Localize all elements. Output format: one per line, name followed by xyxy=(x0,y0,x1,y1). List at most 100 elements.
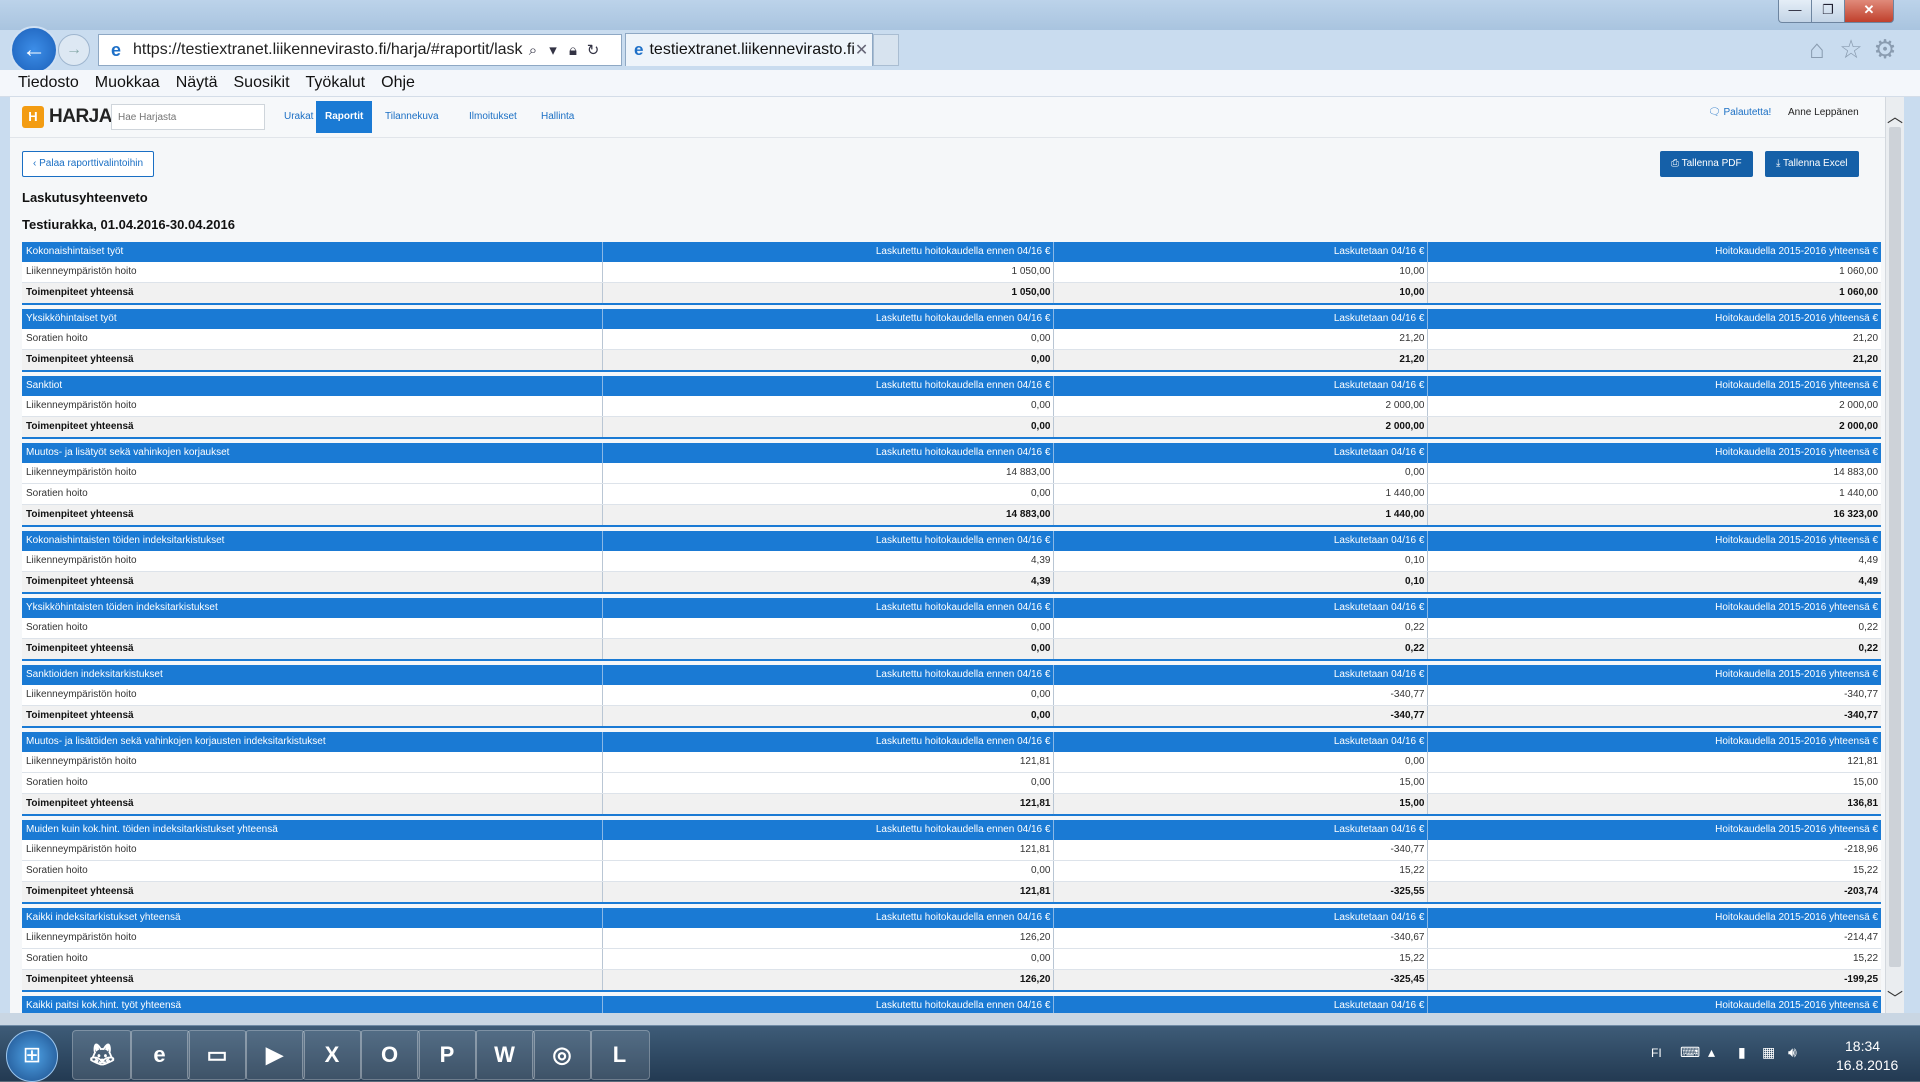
menu-edit[interactable]: Muokkaa xyxy=(95,74,160,92)
tab-title: testiextranet.liikennevirasto.fi xyxy=(649,41,855,58)
harja-logo-icon: H xyxy=(22,106,44,128)
row-value: 0,00 xyxy=(603,484,1055,504)
vertical-scrollbar[interactable]: ︿ ﹀ xyxy=(1885,97,1904,1013)
total-value: 2 000,00 xyxy=(1054,417,1429,437)
row-value: 0,00 xyxy=(1054,752,1429,772)
total-value: 15,00 xyxy=(1054,794,1429,814)
url-text[interactable]: https://testiextranet.liikennevirasto.fi… xyxy=(133,41,523,59)
forward-button[interactable]: → xyxy=(58,34,90,66)
search-icon[interactable]: ⌕ xyxy=(523,42,543,59)
nav-hallinta[interactable]: Hallinta xyxy=(532,101,583,133)
table-row: Soratien hoito 0,00 1 440,00 1 440,00 xyxy=(22,484,1881,505)
row-value: 10,00 xyxy=(1054,262,1429,282)
ie-icon[interactable]: e xyxy=(129,1030,190,1080)
row-value: 0,00 xyxy=(1054,463,1429,483)
column-header-billed-before: Laskutettu hoitokaudella ennen 04/16 € xyxy=(603,309,1055,329)
gear-icon[interactable]: ⚙ xyxy=(1870,34,1900,64)
browser-tab[interactable]: e testiextranet.liikennevirasto.fi ✕ xyxy=(625,33,873,66)
keyboard-icon[interactable]: ⌨ xyxy=(1680,1044,1700,1061)
column-header-billed-now: Laskutetaan 04/16 € xyxy=(1054,598,1429,618)
menu-tools[interactable]: Työkalut xyxy=(306,74,366,92)
lock-icon[interactable]: 🔒︎ xyxy=(563,42,583,59)
menu-file[interactable]: Tiedosto xyxy=(18,74,79,92)
column-header-billed-now: Laskutetaan 04/16 € xyxy=(1054,531,1429,551)
back-label: Palaa raporttivalintoihin xyxy=(39,158,144,169)
column-header-billed-before: Laskutettu hoitokaudella ennen 04/16 € xyxy=(603,443,1055,463)
total-value: 4,49 xyxy=(1858,576,1879,587)
show-hidden-icons-icon[interactable]: ▴ xyxy=(1708,1044,1715,1061)
row-label: Liikenneympäristön hoito xyxy=(22,396,603,416)
clock-time[interactable]: 18:34 xyxy=(1845,1038,1880,1054)
menu-view[interactable]: Näytä xyxy=(176,74,218,92)
network-icon[interactable]: ▦ xyxy=(1762,1044,1775,1061)
section-header-row: Kaikki indeksitarkistukset yhteensä Lasku… xyxy=(22,908,1881,928)
clock-date[interactable]: 16.8.2016 xyxy=(1836,1057,1898,1073)
powerpoint-icon[interactable]: P xyxy=(417,1030,477,1080)
back-button[interactable]: ← xyxy=(10,26,58,74)
total-label: Toimenpiteet yhteensä xyxy=(22,572,603,592)
column-header-billed-now: Laskutetaan 04/16 € xyxy=(1054,732,1429,752)
search-input[interactable] xyxy=(111,104,265,130)
column-header-billed-before: Laskutettu hoitokaudella ennen 04/16 € xyxy=(603,242,1055,262)
explorer-icon[interactable]: ▭ xyxy=(187,1030,247,1080)
column-header-season-total: Hoitokaudella 2015-2016 yhteensä € xyxy=(1715,824,1879,835)
scroll-down-icon[interactable]: ﹀ xyxy=(1886,985,1904,1009)
lync-icon[interactable]: L xyxy=(589,1030,650,1080)
table-row: Liikenneympäristön hoito 0,00 2 000,00 2 00… xyxy=(22,396,1881,417)
word-icon[interactable]: W xyxy=(474,1030,535,1080)
close-tab-icon[interactable]: ✕ xyxy=(855,40,868,60)
refresh-icon[interactable]: ↻ xyxy=(583,41,603,59)
total-label: Toimenpiteet yhteensä xyxy=(22,350,603,370)
menu-favorites[interactable]: Suosikit xyxy=(234,74,290,92)
row-label: Liikenneympäristön hoito xyxy=(22,928,603,948)
address-bar[interactable]: e https://testiextranet.liikennevirasto.… xyxy=(98,34,622,66)
total-row: Toimenpiteet yhteensä 0,00 -340,77 -340,77 xyxy=(22,706,1881,726)
total-value: 136,81 xyxy=(1847,798,1879,809)
column-header-season-total: Hoitokaudella 2015-2016 yhteensä € xyxy=(1715,447,1879,458)
total-row: Toimenpiteet yhteensä 121,81 -325,55 -203,7… xyxy=(22,882,1881,902)
save-pdf-button[interactable]: ⎙ Tallenna PDF xyxy=(1660,151,1753,177)
section-header-row: Kokonaishintaiset työt Laskutettu hoitoka… xyxy=(22,242,1881,262)
column-header-billed-before: Laskutettu hoitokaudella ennen 04/16 € xyxy=(603,820,1055,840)
ie-tab-icon: e xyxy=(634,40,644,59)
home-icon[interactable]: ⌂ xyxy=(1802,34,1832,64)
outlook-icon[interactable]: O xyxy=(359,1030,420,1080)
battery-icon[interactable]: ▮ xyxy=(1738,1044,1746,1061)
favorites-star-icon[interactable]: ☆ xyxy=(1836,34,1866,64)
scroll-up-icon[interactable]: ︿ xyxy=(1886,103,1904,127)
column-header-billed-before: Laskutettu hoitokaudella ennen 04/16 € xyxy=(603,598,1055,618)
maximize-button[interactable]: ❐ xyxy=(1811,0,1845,23)
back-to-reports-button[interactable]: ‹ Palaa raporttivalintoihin xyxy=(22,151,155,177)
total-row: Toimenpiteet yhteensä 121,81 15,00 136,81 xyxy=(22,794,1881,814)
minimize-button[interactable]: — xyxy=(1778,0,1812,23)
start-button[interactable]: ⊞ xyxy=(6,1030,58,1082)
report-table: Kokonaishintaiset työt Laskutettu hoitoka… xyxy=(22,242,1881,1013)
dropdown-icon[interactable]: ▾ xyxy=(543,41,563,59)
user-name[interactable]: Anne Leppänen xyxy=(1788,107,1859,118)
firefox-icon[interactable]: 🦊︎ xyxy=(72,1030,132,1080)
nav-raportit[interactable]: Raportit xyxy=(316,101,373,133)
volume-icon[interactable]: 🔊︎ xyxy=(1788,1044,1797,1061)
media-player-icon[interactable]: ▶ xyxy=(244,1030,305,1080)
new-tab-button[interactable] xyxy=(873,34,899,66)
menu-help[interactable]: Ohje xyxy=(381,74,415,92)
language-indicator[interactable]: FI xyxy=(1651,1046,1662,1060)
save-excel-button[interactable]: ⤓ Tallenna Excel xyxy=(1765,151,1859,177)
column-header-billed-now: Laskutetaan 04/16 € xyxy=(1054,665,1429,685)
section-name: Yksikköhintaisten töiden indeksitarkistu… xyxy=(22,598,603,618)
excel-icon[interactable]: X xyxy=(302,1030,362,1080)
chrome-icon[interactable]: ◎ xyxy=(532,1030,592,1080)
total-value: 0,22 xyxy=(1858,643,1879,654)
title-bar: — ❐ ✕ xyxy=(0,0,1920,30)
section-header-row: Yksikköhintaisten töiden indeksitarkistu… xyxy=(22,598,1881,618)
column-header-season-total: Hoitokaudella 2015-2016 yhteensä € xyxy=(1715,313,1879,324)
nav-ilmoitukset[interactable]: Ilmoitukset xyxy=(460,101,526,133)
feedback-link[interactable]: 🗨︎ Palautetta! xyxy=(1708,107,1771,118)
column-header-season-total: Hoitokaudella 2015-2016 yhteensä € xyxy=(1715,380,1879,391)
nav-tilannekuva[interactable]: Tilannekuva xyxy=(376,101,448,133)
scroll-thumb[interactable] xyxy=(1889,127,1901,967)
section-name: Yksikköhintaiset työt xyxy=(22,309,603,329)
harja-logo[interactable]: H HARJA xyxy=(22,106,112,128)
total-value: -203,74 xyxy=(1844,886,1879,897)
close-window-button[interactable]: ✕ xyxy=(1844,0,1894,23)
